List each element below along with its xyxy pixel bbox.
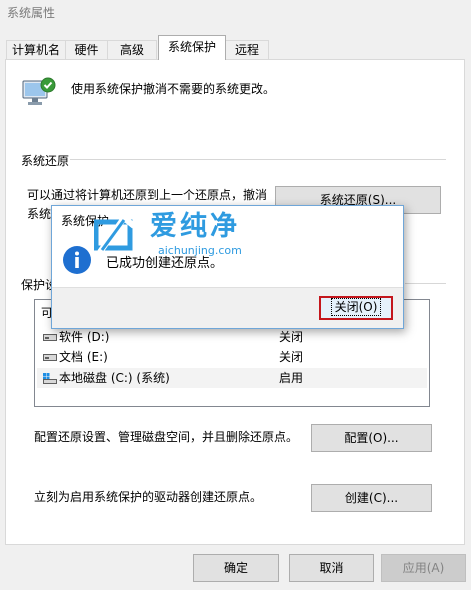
- ok-button[interactable]: 确定: [193, 554, 279, 582]
- create-button[interactable]: 创建(C)...: [311, 484, 432, 512]
- info-icon: [63, 246, 91, 274]
- hard-drive-icon: [43, 354, 57, 361]
- system-restore-description-line1: 可以通过将计算机还原到上一个还原点，撤消: [27, 188, 268, 202]
- tab-hardware[interactable]: 硬件: [65, 40, 108, 59]
- watermark-logo-icon: [94, 213, 136, 254]
- drive-name: 软件 (D:): [59, 330, 110, 344]
- windows-system-drive-icon: [43, 373, 57, 384]
- tab-computer-name[interactable]: 计算机名: [6, 40, 66, 59]
- drive-row[interactable]: 软件 (D:) 关闭: [37, 327, 427, 347]
- watermark-text: 爱纯净: [150, 211, 240, 242]
- drive-protection-status: 关闭: [279, 330, 304, 344]
- hard-drive-icon: [43, 334, 57, 341]
- system-restore-description-line2: 系统: [27, 207, 52, 221]
- drive-protection-status: 启用: [279, 371, 304, 385]
- create-description: 立刻为启用系统保护的驱动器创建还原点。: [34, 490, 263, 504]
- system-restore-section-title: 系统还原: [21, 154, 70, 168]
- drive-name: 本地磁盘 (C:) (系统): [59, 371, 170, 385]
- section-divider: [70, 159, 446, 160]
- cancel-button[interactable]: 取消: [289, 554, 374, 582]
- drive-name: 文档 (E:): [59, 350, 108, 364]
- tab-advanced[interactable]: 高级: [107, 40, 157, 59]
- tab-remote[interactable]: 远程: [225, 40, 269, 59]
- system-protection-icon: [22, 77, 56, 105]
- drive-row[interactable]: 文档 (E:) 关闭: [37, 347, 427, 367]
- tab-system-protection[interactable]: 系统保护: [158, 35, 226, 60]
- dialog-close-button[interactable]: 关闭(O): [319, 296, 393, 320]
- configure-description: 配置还原设置、管理磁盘空间，并且删除还原点。: [34, 430, 299, 444]
- site-watermark: 爱纯净 aichunjing.com: [94, 212, 264, 262]
- dialog-button-bar: 关闭(O): [52, 287, 403, 328]
- section-divider: [405, 283, 446, 284]
- dialog-close-label: 关闭(O): [330, 298, 382, 316]
- window-title: 系统属性: [7, 6, 56, 20]
- drive-protection-status: 关闭: [279, 350, 304, 364]
- tab-bar: 计算机名 硬件 高级 系统保护 远程: [0, 35, 471, 60]
- configure-button[interactable]: 配置(O)...: [311, 424, 432, 452]
- drive-row[interactable]: 本地磁盘 (C:) (系统) 启用: [37, 368, 427, 388]
- header-description: 使用系统保护撤消不需要的系统更改。: [71, 82, 276, 96]
- apply-button[interactable]: 应用(A): [381, 554, 466, 582]
- watermark-url: aichunjing.com: [158, 244, 242, 257]
